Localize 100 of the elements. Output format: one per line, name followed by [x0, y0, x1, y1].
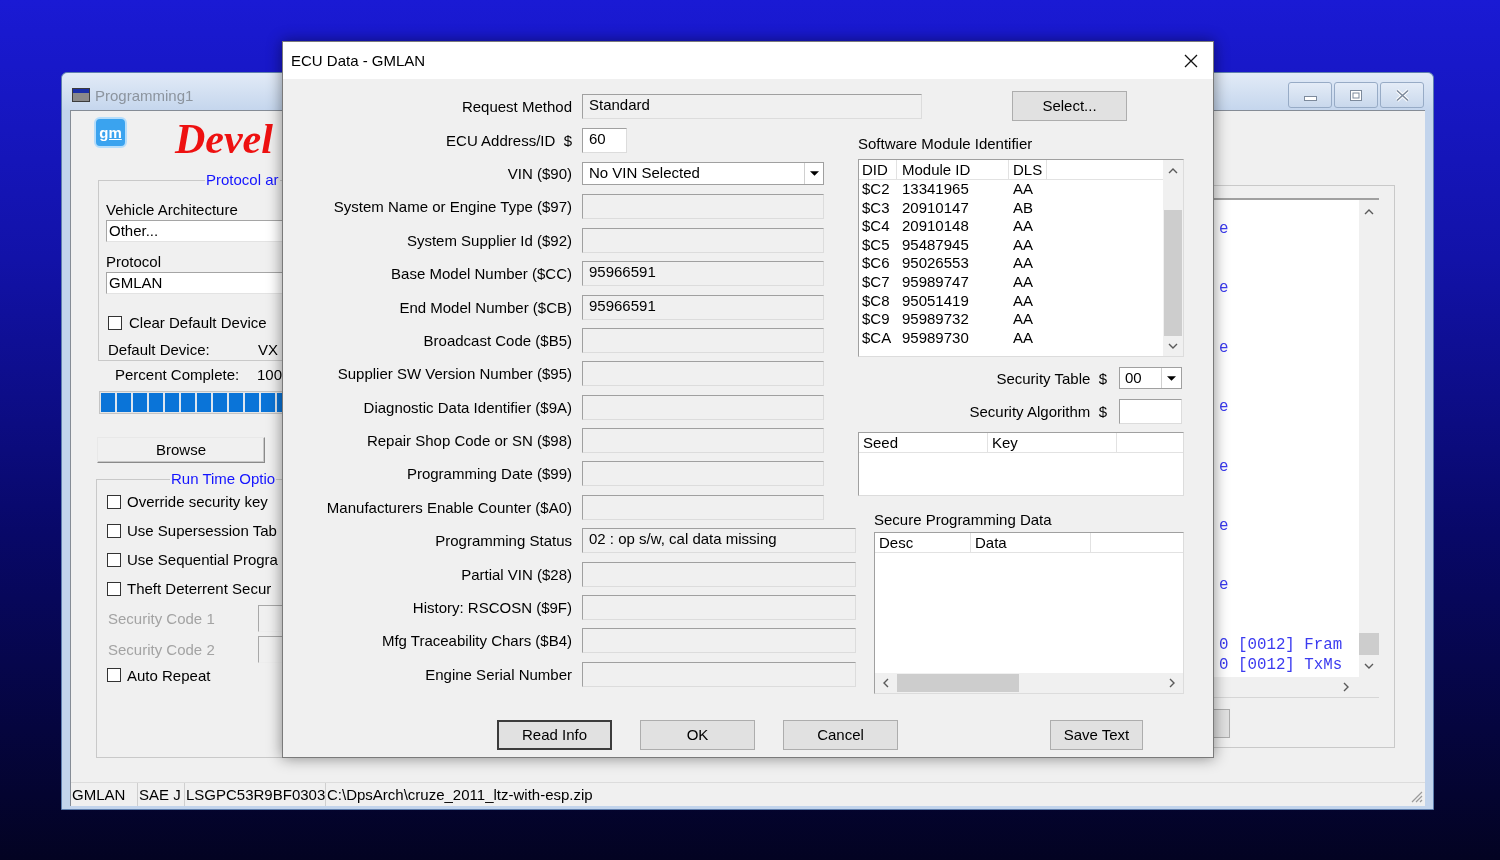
chevron-up-icon[interactable]: [1364, 209, 1374, 215]
browse-button[interactable]: Browse: [97, 437, 265, 463]
checkbox-label: Override security key: [127, 493, 268, 510]
chevron-right-icon[interactable]: [1343, 682, 1349, 692]
minimize-button[interactable]: [1288, 82, 1332, 108]
column-header[interactable]: Data: [971, 533, 1091, 553]
table-cell-text: $C8: [861, 291, 891, 311]
text-field[interactable]: [582, 428, 824, 454]
table-cell-text: AA: [1012, 310, 1034, 329]
field-label: Security Code 2: [107, 641, 216, 658]
column-header[interactable]: DID: [859, 160, 897, 180]
field-label: ECU Address/ID $: [445, 131, 572, 149]
text-field[interactable]: [582, 194, 824, 220]
text-field[interactable]: [582, 327, 824, 353]
text-field[interactable]: [582, 394, 824, 420]
chevron-right-icon[interactable]: [1169, 678, 1175, 688]
dialog-button[interactable]: Save Text: [1050, 720, 1143, 750]
field-label: Partial VIN ($28): [460, 565, 572, 583]
maximize-button[interactable]: [1334, 82, 1378, 108]
table-cell-text: $C3: [861, 198, 891, 218]
checkbox[interactable]: [107, 552, 121, 567]
field-label: Request Method: [460, 98, 572, 116]
chevron-left-icon[interactable]: [883, 678, 889, 688]
text-field[interactable]: Standard: [582, 94, 922, 120]
field-label: End Model Number ($CB): [398, 298, 572, 316]
dialog-title: ECU Data - GMLAN: [291, 52, 426, 69]
log-line: 0 [0012] TxMs: [1219, 655, 1343, 676]
text-field[interactable]: 95966591: [582, 294, 824, 320]
text-field[interactable]: 95966591: [582, 261, 824, 287]
scrollbar[interactable]: [875, 673, 1183, 693]
chevron-down-icon[interactable]: [1364, 663, 1374, 669]
text-field[interactable]: [582, 595, 856, 621]
table-cell-text: 95487945: [901, 235, 970, 255]
column-header[interactable]: Key: [988, 433, 1117, 453]
field-label: Programming Date ($99): [405, 465, 572, 483]
table-cell-text: $C9: [861, 310, 891, 329]
checkbox[interactable]: [107, 523, 121, 538]
table-cell-text: 95989730: [901, 328, 970, 348]
chevron-up-icon[interactable]: [1168, 167, 1178, 174]
resize-grip-icon[interactable]: [1411, 791, 1423, 803]
dropdown[interactable]: No VIN Selected: [582, 161, 824, 185]
field-label: Security Table $: [996, 369, 1107, 387]
dialog-button[interactable]: Read Info: [497, 720, 612, 750]
field-label: Engine Serial Number: [424, 665, 572, 683]
percent-value: 100: [257, 366, 283, 383]
checkbox[interactable]: [108, 315, 122, 330]
table-cell-text: $C7: [861, 272, 891, 292]
scroll-thumb[interactable]: [1164, 209, 1182, 337]
text-field[interactable]: [582, 461, 824, 487]
text-field[interactable]: [582, 361, 824, 387]
scroll-thumb[interactable]: [897, 674, 1019, 692]
dialog-button[interactable]: Cancel: [783, 720, 898, 750]
text-field[interactable]: [582, 661, 856, 687]
dialog-button[interactable]: OK: [640, 720, 755, 750]
status-text: C:\DpsArch\cruze_2011_ltz-with-esp.zip: [326, 785, 593, 805]
checkbox[interactable]: [107, 668, 121, 682]
section-title: Software Module Identifier: [858, 135, 1033, 152]
dropdown[interactable]: 00: [1119, 367, 1182, 389]
table-cell-text: $C6: [861, 254, 891, 273]
log-line: e: [1219, 338, 1229, 359]
text-field[interactable]: 02 : op s/w, cal data missing: [582, 528, 856, 554]
text-field[interactable]: [582, 494, 824, 520]
field-label: Default Device:: [108, 341, 211, 358]
banner-title: Devel: [175, 117, 273, 161]
table-cell-text: 95026553: [901, 254, 970, 273]
column-header[interactable]: DLS: [1009, 160, 1047, 180]
checkbox-label: Theft Deterrent Secur: [127, 580, 272, 597]
scroll-thumb[interactable]: [1359, 633, 1379, 655]
log-line: e: [1219, 576, 1229, 597]
field-label: System Name or Engine Type ($97): [332, 198, 572, 216]
section-title: Secure Programming Data: [874, 511, 1052, 528]
log-line: e: [1219, 516, 1229, 537]
status-text: GMLAN: [71, 783, 138, 806]
column-header[interactable]: Seed: [859, 433, 988, 453]
table-cell-text: 95989747: [901, 272, 970, 292]
checkbox-label: Auto Repeat: [127, 666, 211, 684]
text-field[interactable]: [582, 628, 856, 654]
field-label: Mfg Traceability Chars ($B4): [380, 632, 572, 650]
checkbox[interactable]: [107, 494, 121, 509]
select-button[interactable]: Select...: [1012, 91, 1127, 121]
field-label: Programming Status: [434, 532, 572, 550]
log-line: e: [1219, 279, 1229, 300]
checkbox[interactable]: [107, 581, 121, 596]
input-field[interactable]: 60: [582, 127, 627, 153]
field-label: Supplier SW Version Number ($95): [336, 365, 572, 383]
text-field[interactable]: [582, 227, 824, 253]
chevron-down-icon[interactable]: [1168, 343, 1178, 350]
table-cell-text: $C5: [861, 235, 891, 255]
column-header[interactable]: Module ID: [897, 160, 1009, 180]
field-label: History: RSCOSN ($9F): [411, 599, 572, 617]
field-value: VX: [258, 341, 278, 358]
table-cell-text: 95051419: [901, 291, 970, 311]
table-cell-text: AA: [1012, 272, 1034, 292]
text-field[interactable]: [582, 561, 856, 587]
close-icon: [1394, 88, 1410, 102]
checkbox-label: Use Supersession Tab: [127, 522, 277, 539]
input-field[interactable]: [1119, 399, 1182, 424]
dropdown-arrow-icon: [1167, 375, 1176, 381]
column-header[interactable]: Desc: [875, 533, 971, 553]
status-text: LSGPC53R9BF0303: [185, 783, 326, 806]
